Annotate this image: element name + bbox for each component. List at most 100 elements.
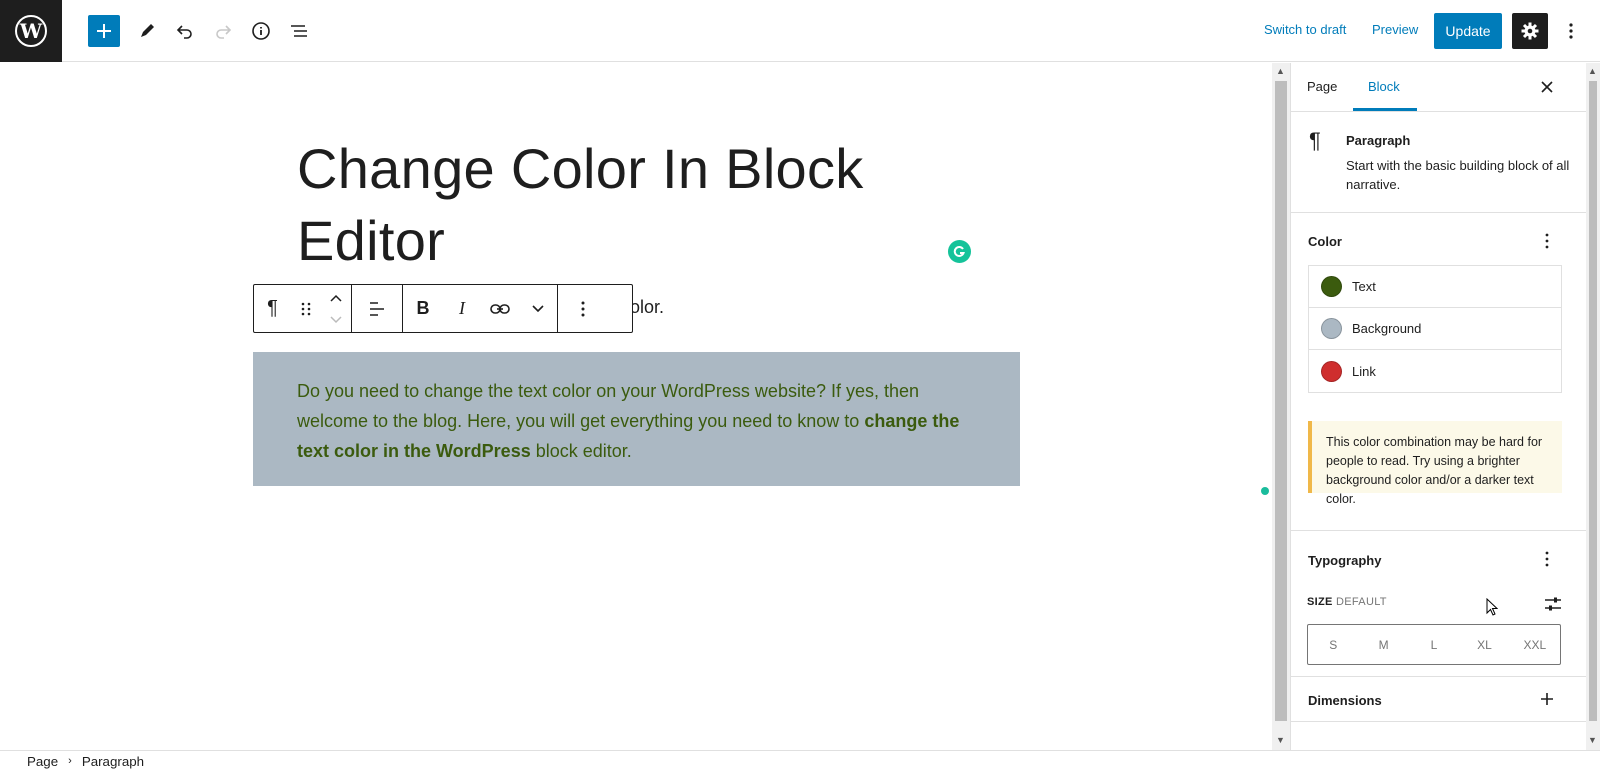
details-info-icon [252, 22, 270, 40]
wordpress-logo-icon[interactable]: W [0, 0, 62, 62]
close-sidebar-button[interactable] [1535, 75, 1559, 99]
edit-tool-button[interactable] [131, 15, 163, 47]
editor-canvas[interactable]: Change Color In Block Editor olor. ¶ B I… [0, 63, 1272, 750]
preview-button[interactable]: Preview [1372, 22, 1418, 37]
undo-icon [176, 25, 192, 39]
paragraph-text-after: block editor. [530, 441, 632, 461]
sidebar-scrollbar-thumb[interactable] [1589, 81, 1597, 721]
chevron-right-icon: › [68, 755, 72, 767]
canvas-scrollbar-thumb[interactable] [1275, 81, 1287, 721]
background-color-swatch [1321, 318, 1342, 339]
move-up-button[interactable] [330, 287, 342, 309]
more-vertical-icon [1545, 233, 1549, 249]
drag-handle-button[interactable] [291, 285, 321, 332]
custom-size-button[interactable] [1541, 594, 1565, 614]
color-item-label: Link [1352, 363, 1376, 379]
color-item-link[interactable]: Link [1309, 350, 1561, 392]
options-button[interactable] [1555, 15, 1587, 47]
tab-block[interactable]: Block [1368, 79, 1400, 94]
list-view-button[interactable] [283, 15, 315, 47]
paragraph-partial-text[interactable]: olor. [630, 297, 664, 318]
grammarly-icon[interactable] [948, 240, 971, 263]
active-tab-indicator [1353, 108, 1417, 111]
more-rich-text-button[interactable] [519, 285, 557, 332]
move-down-icon [330, 315, 342, 323]
selected-paragraph-block[interactable]: Do you need to change the text color on … [253, 352, 1020, 486]
tab-page[interactable]: Page [1307, 79, 1337, 94]
svg-text:W: W [19, 19, 43, 43]
add-block-icon [97, 24, 111, 38]
redo-icon [216, 25, 232, 39]
canvas-scrollbar[interactable]: ▲ ▼ [1272, 63, 1290, 750]
dimensions-panel[interactable]: Dimensions [1291, 677, 1586, 722]
italic-icon: I [459, 298, 465, 318]
font-size-l[interactable]: L [1409, 625, 1459, 664]
sidebar-tabs: Page Block [1291, 63, 1586, 112]
bold-button[interactable]: B [403, 285, 443, 332]
color-settings-list: Text Background Link [1308, 265, 1562, 393]
block-toolbar: ¶ B I [253, 284, 633, 333]
breadcrumb-page[interactable]: Page [27, 754, 58, 769]
block-options-icon [581, 301, 584, 316]
font-size-label: SIZE DEFAULT [1307, 596, 1387, 608]
grammarly-status-dot [1261, 487, 1269, 495]
update-button[interactable]: Update [1434, 13, 1502, 49]
contrast-warning-notice: This color combination may be hard for p… [1308, 421, 1562, 506]
more-rich-text-icon [532, 304, 544, 312]
bold-icon: B [416, 298, 430, 318]
font-size-xl[interactable]: XL [1459, 625, 1509, 664]
sidebar-scrollbar[interactable]: ▲ ▼ [1586, 63, 1600, 750]
typography-panel-options-button[interactable] [1537, 547, 1557, 571]
block-card-description: Start with the basic building block of a… [1346, 158, 1570, 192]
color-item-background[interactable]: Background [1309, 308, 1561, 350]
color-item-label: Text [1352, 279, 1376, 294]
redo-button[interactable] [207, 15, 239, 47]
switch-to-draft-button[interactable]: Switch to draft [1264, 22, 1346, 37]
format-group: B I [403, 285, 558, 332]
paragraph-text[interactable]: Do you need to change the text color on … [297, 376, 976, 466]
italic-button[interactable]: I [443, 285, 481, 332]
block-breadcrumb: Page › Paragraph [0, 750, 1600, 771]
options-group [558, 285, 607, 332]
color-item-label: Background [1352, 321, 1422, 336]
mouse-cursor-icon [1486, 597, 1499, 621]
plus-icon [1541, 693, 1553, 705]
drag-handle-icon [301, 302, 311, 315]
dimensions-add-button[interactable] [1537, 687, 1557, 711]
link-button[interactable] [481, 285, 519, 332]
paragraph-icon: ¶ [1309, 128, 1321, 153]
scroll-up-icon[interactable]: ▲ [1588, 66, 1597, 76]
block-options-button[interactable] [558, 285, 607, 332]
add-block-button[interactable] [88, 15, 120, 47]
move-down-button[interactable] [330, 309, 342, 331]
gear-icon [1521, 22, 1539, 40]
details-button[interactable] [245, 15, 277, 47]
font-size-m[interactable]: M [1358, 625, 1408, 664]
move-up-icon [330, 294, 342, 302]
font-size-picker: S M L XL XXL [1307, 624, 1561, 665]
size-value-text: DEFAULT [1336, 596, 1387, 608]
font-size-s[interactable]: S [1308, 625, 1358, 664]
paragraph-icon: ¶ [267, 297, 278, 319]
color-panel: Color Text Background Link This color co… [1291, 213, 1586, 531]
color-item-text[interactable]: Text [1309, 266, 1561, 308]
block-mover [321, 287, 351, 331]
settings-button[interactable] [1512, 13, 1548, 49]
align-button[interactable] [352, 285, 402, 332]
block-switcher-group: ¶ [254, 285, 352, 332]
block-type-button[interactable]: ¶ [254, 285, 291, 332]
scroll-up-icon[interactable]: ▲ [1276, 66, 1285, 76]
link-icon [490, 303, 510, 314]
undo-button[interactable] [169, 15, 201, 47]
align-icon [370, 301, 384, 316]
scroll-down-icon[interactable]: ▼ [1276, 735, 1285, 745]
font-size-xxl[interactable]: XXL [1510, 625, 1560, 664]
block-card: ¶ Paragraph Start with the basic buildin… [1291, 112, 1586, 213]
breadcrumb-paragraph[interactable]: Paragraph [82, 754, 144, 769]
scroll-down-icon[interactable]: ▼ [1588, 735, 1597, 745]
more-vertical-icon [1545, 551, 1549, 567]
color-panel-options-button[interactable] [1537, 229, 1557, 253]
paragraph-text-before: Do you need to change the text color on … [297, 381, 920, 431]
link-color-swatch [1321, 360, 1342, 382]
post-title[interactable]: Change Color In Block Editor [297, 133, 917, 277]
